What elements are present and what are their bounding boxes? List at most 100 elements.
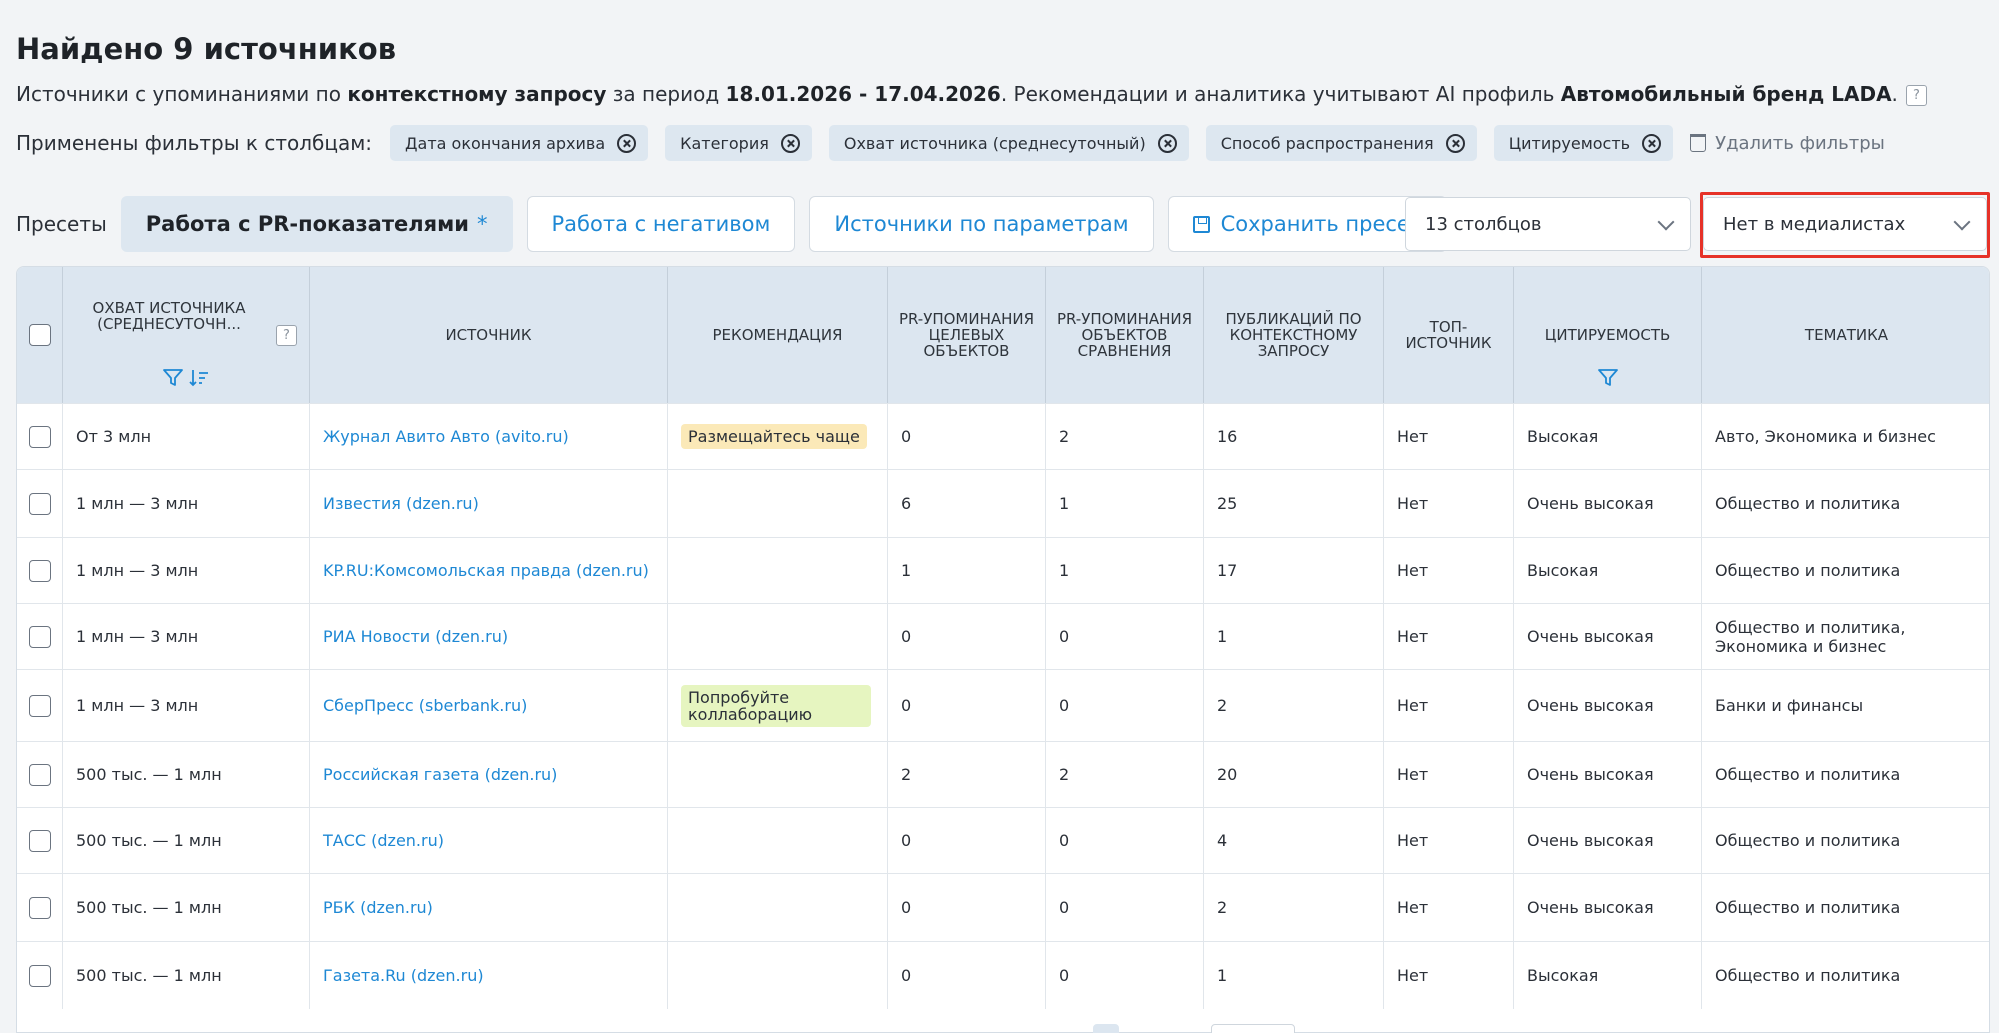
applied-filters: Применены фильтры к столбцам: Дата оконч… xyxy=(16,124,1885,162)
close-icon[interactable] xyxy=(780,133,800,153)
filter-chip-distribution[interactable]: Способ распространения xyxy=(1205,125,1477,161)
cell-citation: Очень высокая xyxy=(1514,808,1702,873)
cell-citation-text: Очень высокая xyxy=(1527,831,1654,850)
page-title: Найдено 9 источников xyxy=(16,32,397,66)
cell-pr-compare: 0 xyxy=(1046,670,1204,741)
cell-source-text[interactable]: ТАСС (dzen.ru) xyxy=(323,831,444,850)
cell-topic: Авто, Экономика и бизнес xyxy=(1702,404,1989,469)
cell-source[interactable]: Газета.Ru (dzen.ru) xyxy=(310,942,668,1009)
help-icon[interactable]: ? xyxy=(276,325,297,346)
pagination-current-page[interactable] xyxy=(1093,1024,1119,1033)
row-select-cell xyxy=(17,808,63,873)
cell-pr-target: 6 xyxy=(888,470,1046,537)
cell-source[interactable]: Российская газета (dzen.ru) xyxy=(310,742,668,807)
preset-pr-metrics[interactable]: Работа с PR-показателями * xyxy=(120,196,513,252)
select-all-cell xyxy=(17,267,63,403)
column-header-recommendation[interactable]: РЕКОМЕНДАЦИЯ xyxy=(668,267,888,403)
cell-top-source: Нет xyxy=(1384,470,1514,537)
table-row[interactable]: 500 тыс. — 1 млн Российская газета (dzen.… xyxy=(17,741,1989,807)
filter-chip-citation[interactable]: Цитируемость xyxy=(1493,125,1674,161)
row-checkbox[interactable] xyxy=(28,492,51,515)
column-header-pr-target[interactable]: PR-УПОМИНАНИЯ ЦЕЛЕВЫХ ОБЪЕКТОВ xyxy=(888,267,1046,403)
column-header-citation[interactable]: ЦИТИРУЕМОСТЬ xyxy=(1514,267,1702,403)
cell-source[interactable]: СберПресс (sberbank.ru) xyxy=(310,670,668,741)
filter-chip-archive-end-date[interactable]: Дата окончания архива xyxy=(390,125,649,161)
cell-source-text[interactable]: РИА Новости (dzen.ru) xyxy=(323,627,508,646)
cell-source[interactable]: KP.RU:Комсомольская правда (dzen.ru) xyxy=(310,538,668,603)
row-checkbox[interactable] xyxy=(28,425,51,448)
cell-source-text[interactable]: Газета.Ru (dzen.ru) xyxy=(323,966,484,985)
close-icon[interactable] xyxy=(617,133,637,153)
filter-chip-category[interactable]: Категория xyxy=(665,125,812,161)
cell-pr-compare-text: 0 xyxy=(1059,898,1070,917)
cell-source-text[interactable]: СберПресс (sberbank.ru) xyxy=(323,696,527,715)
column-header-source[interactable]: ИСТОЧНИК xyxy=(310,267,668,403)
close-icon[interactable] xyxy=(1642,133,1662,153)
column-header-pr-compare[interactable]: PR-УПОМИНАНИЯ ОБЪЕКТОВ СРАВНЕНИЯ xyxy=(1046,267,1204,403)
cell-pr-compare-text: 1 xyxy=(1059,494,1070,513)
sort-icon[interactable] xyxy=(189,369,209,387)
cell-source[interactable]: Журнал Авито Авто (avito.ru) xyxy=(310,404,668,469)
cell-pr-compare-text: 0 xyxy=(1059,831,1070,850)
delete-filters-button[interactable]: Удалить фильтры xyxy=(1690,133,1885,154)
table-row[interactable]: 500 тыс. — 1 млн Газета.Ru (dzen.ru) 0 0 1 Не… xyxy=(17,941,1989,1009)
close-icon[interactable] xyxy=(1445,133,1465,153)
row-checkbox[interactable] xyxy=(28,964,51,987)
cell-source-text[interactable]: Известия (dzen.ru) xyxy=(323,494,479,513)
cell-reach: 500 тыс. — 1 млн xyxy=(63,808,310,873)
row-checkbox[interactable] xyxy=(28,559,51,582)
row-checkbox[interactable] xyxy=(28,763,51,786)
table-row[interactable]: От 3 млн Журнал Авито Авто (avito.ru) Разм… xyxy=(17,403,1989,469)
cell-top-source: Нет xyxy=(1384,538,1514,603)
row-checkbox[interactable] xyxy=(28,694,51,717)
filter-chip-reach[interactable]: Охват источника (среднесуточный) xyxy=(828,125,1189,161)
cell-source-text[interactable]: Российская газета (dzen.ru) xyxy=(323,765,557,784)
select-all-checkbox[interactable] xyxy=(28,324,51,346)
column-header-topic[interactable]: ТЕМАТИКА xyxy=(1702,267,1989,403)
close-icon[interactable] xyxy=(1157,133,1177,153)
cell-recommendation: Размещайтесь чаще xyxy=(668,404,888,469)
cell-pr-compare-text: 0 xyxy=(1059,696,1070,715)
table-row[interactable]: 1 млн — 3 млн СберПресс (sberbank.ru) Попр… xyxy=(17,669,1989,741)
cell-top-source-text: Нет xyxy=(1397,966,1429,985)
column-header-publications[interactable]: ПУБЛИКАЦИЙ ПО КОНТЕКСТНОМУ ЗАПРОСУ xyxy=(1204,267,1384,403)
cell-source[interactable]: РИА Новости (dzen.ru) xyxy=(310,604,668,669)
preset-by-parameters[interactable]: Источники по параметрам xyxy=(809,196,1154,252)
preset-negative[interactable]: Работа с негативом xyxy=(526,196,796,252)
help-icon[interactable]: ? xyxy=(1905,85,1927,106)
columns-select[interactable]: 13 столбцов xyxy=(1405,197,1691,251)
cell-pr-target-text: 2 xyxy=(901,765,912,784)
column-header-reach[interactable]: ОХВАТ ИСТОЧНИКА (СРЕДНЕСУТОЧН... ? xyxy=(63,267,310,403)
filter-icon[interactable] xyxy=(1598,369,1618,387)
cell-source[interactable]: РБК (dzen.ru) xyxy=(310,874,668,941)
row-checkbox[interactable] xyxy=(28,829,51,852)
cell-reach: 1 млн — 3 млн xyxy=(63,538,310,603)
unsaved-marker: * xyxy=(477,212,488,236)
table-header: ОХВАТ ИСТОЧНИКА (СРЕДНЕСУТОЧН... ? ИСТОЧ… xyxy=(17,267,1989,403)
table-row[interactable]: 500 тыс. — 1 млн ТАСС (dzen.ru) 0 0 4 Нет Очен… xyxy=(17,807,1989,873)
row-select-cell xyxy=(17,404,63,469)
cell-source-text[interactable]: KP.RU:Комсомольская правда (dzen.ru) xyxy=(323,561,649,580)
cell-source[interactable]: Известия (dzen.ru) xyxy=(310,470,668,537)
cell-source-text[interactable]: РБК (dzen.ru) xyxy=(323,898,433,917)
table-row[interactable]: 500 тыс. — 1 млн РБК (dzen.ru) 0 0 2 Нет Очень… xyxy=(17,873,1989,941)
save-icon xyxy=(1192,215,1210,233)
cell-topic-text: Общество и политика xyxy=(1715,494,1901,513)
table-row[interactable]: 1 млн — 3 млн Известия (dzen.ru) 6 1 25 Нет Оч… xyxy=(17,469,1989,537)
page-subtitle: Источники с упоминаниями по контекстному… xyxy=(16,82,1927,106)
row-checkbox[interactable] xyxy=(28,896,51,919)
cell-top-source-text: Нет xyxy=(1397,427,1429,446)
filter-icon[interactable] xyxy=(163,369,183,387)
cell-top-source-text: Нет xyxy=(1397,831,1429,850)
table-row[interactable]: 1 млн — 3 млн KP.RU:Комсомольская правда … xyxy=(17,537,1989,603)
cell-top-source-text: Нет xyxy=(1397,696,1429,715)
cell-source-text[interactable]: Журнал Авито Авто (avito.ru) xyxy=(323,427,569,446)
cell-publications: 16 xyxy=(1204,404,1384,469)
cell-source[interactable]: ТАСС (dzen.ru) xyxy=(310,808,668,873)
cell-pr-target: 0 xyxy=(888,670,1046,741)
row-checkbox[interactable] xyxy=(28,625,51,648)
column-header-top-source[interactable]: ТОП-ИСТОЧНИК xyxy=(1384,267,1514,403)
page-size-select[interactable] xyxy=(1211,1024,1295,1033)
cell-reach: 1 млн — 3 млн xyxy=(63,604,310,669)
table-row[interactable]: 1 млн — 3 млн РИА Новости (dzen.ru) 0 0 1 Нет… xyxy=(17,603,1989,669)
